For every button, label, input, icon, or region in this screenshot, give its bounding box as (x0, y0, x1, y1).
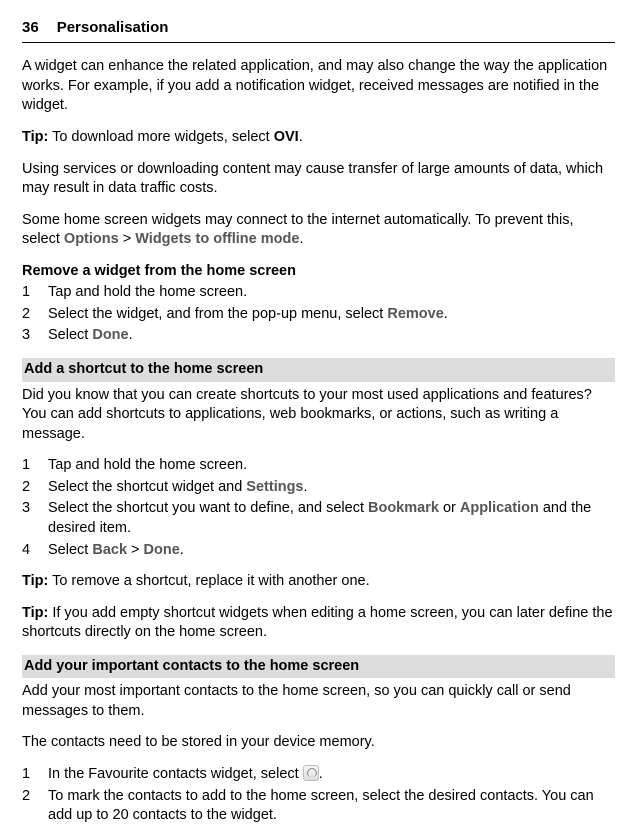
tip-empty-shortcut: Tip: If you add empty shortcut widgets w… (22, 604, 615, 643)
list-item: Select the shortcut widget and Settings. (22, 478, 615, 498)
done-label: Done (144, 542, 180, 558)
step-before: In the Favourite contacts widget, select (48, 766, 303, 782)
step-before: Select (48, 327, 92, 343)
tip-more-widgets: Tip: To download more widgets, select OV… (22, 128, 615, 148)
remove-label: Remove (387, 306, 443, 322)
step-before: Select the shortcut widget and (48, 479, 246, 495)
separator: > (119, 231, 136, 247)
remove-widget-steps: Tap and hold the home screen. Select the… (22, 283, 615, 346)
step-text: Select the shortcut you want to define, … (48, 499, 615, 538)
step-text: Select Done. (48, 326, 615, 346)
list-item: Select the shortcut you want to define, … (22, 499, 615, 538)
step-before: Select the shortcut you want to define, … (48, 500, 368, 516)
done-label: Done (92, 327, 128, 343)
step-text: Tap and hold the home screen. (48, 456, 615, 476)
step-text: Select the shortcut widget and Settings. (48, 478, 615, 498)
memory-note: The contacts need to be stored in your d… (22, 733, 615, 753)
add-contacts-intro: Add your most important contacts to the … (22, 682, 615, 721)
list-item: In the Favourite contacts widget, select… (22, 765, 615, 785)
widgets-offline-label: Widgets to offline mode (135, 231, 299, 247)
page-number: 36 (22, 18, 39, 38)
step-text: Tap and hold the home screen. (48, 283, 615, 303)
step-after: . (129, 327, 133, 343)
page-header: 36 Personalisation (22, 18, 615, 43)
step-before: Select the widget, and from the pop-up m… (48, 306, 387, 322)
bookmark-label: Bookmark (368, 500, 439, 516)
ovi-label: OVI (274, 129, 299, 145)
header-title: Personalisation (57, 18, 169, 38)
tip-label: Tip: (22, 129, 48, 145)
add-contacts-heading: Add your important contacts to the home … (22, 655, 615, 679)
step-after: . (180, 542, 184, 558)
application-label: Application (460, 500, 539, 516)
step-text: In the Favourite contacts widget, select… (48, 765, 615, 785)
tip-text: To remove a shortcut, replace it with an… (48, 573, 369, 589)
tip-text: If you add empty shortcut widgets when e… (22, 605, 613, 641)
add-contacts-steps: In the Favourite contacts widget, select… (22, 765, 615, 826)
step-after: . (319, 766, 323, 782)
contact-icon (303, 765, 319, 781)
tip-label: Tip: (22, 605, 48, 621)
list-item: Tap and hold the home screen. (22, 283, 615, 303)
intro-paragraph: A widget can enhance the related applica… (22, 57, 615, 116)
back-label: Back (92, 542, 127, 558)
list-item: Tap and hold the home screen. (22, 456, 615, 476)
list-item: Select the widget, and from the pop-up m… (22, 305, 615, 325)
list-item: To mark the contacts to add to the home … (22, 787, 615, 826)
tip-remove-shortcut: Tip: To remove a shortcut, replace it wi… (22, 572, 615, 592)
list-item: Select Done. (22, 326, 615, 346)
list-item: Select Back > Done. (22, 541, 615, 561)
remove-widget-heading: Remove a widget from the home screen (22, 262, 615, 282)
step-after: . (304, 479, 308, 495)
step-text: Select the widget, and from the pop-up m… (48, 305, 615, 325)
tip-text-after: . (299, 129, 303, 145)
auto-connect-after: . (299, 231, 303, 247)
step-text: To mark the contacts to add to the home … (48, 787, 615, 826)
add-shortcut-intro: Did you know that you can create shortcu… (22, 386, 615, 445)
add-shortcut-heading: Add a shortcut to the home screen (22, 358, 615, 382)
separator: > (127, 542, 144, 558)
step-before: Select (48, 542, 92, 558)
step-text: Select Back > Done. (48, 541, 615, 561)
tip-label: Tip: (22, 573, 48, 589)
step-after: . (444, 306, 448, 322)
or-text: or (439, 500, 460, 516)
settings-label: Settings (246, 479, 303, 495)
auto-connect-paragraph: Some home screen widgets may connect to … (22, 211, 615, 250)
tip-text-before: To download more widgets, select (48, 129, 273, 145)
data-costs-paragraph: Using services or downloading content ma… (22, 160, 615, 199)
add-shortcut-steps: Tap and hold the home screen. Select the… (22, 456, 615, 560)
options-label: Options (64, 231, 119, 247)
